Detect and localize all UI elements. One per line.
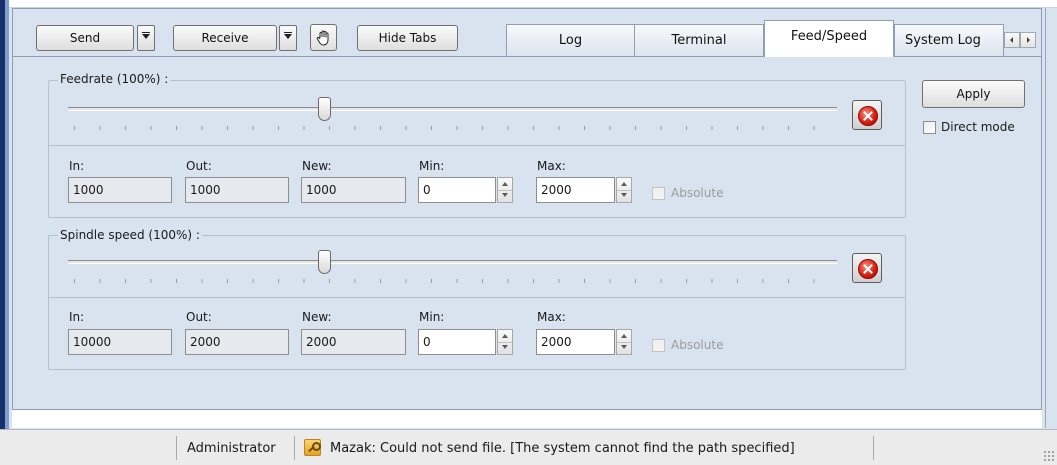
spindle-max-spinner[interactable] [616,329,632,355]
tab-terminal-label: Terminal [671,33,727,48]
spindle-reset-button[interactable] [852,253,882,283]
receive-dropdown-button[interactable] [279,25,297,51]
spindle-max-label: Max: [537,310,566,324]
spindle-max-input[interactable]: 2000 [536,329,615,355]
feedrate-out-field: 1000 [185,177,289,203]
feedrate-slider-track[interactable] [68,107,837,111]
tab-feed-speed[interactable]: Feed/Speed [764,20,894,57]
hand-tool-button[interactable] [310,24,337,51]
spindle-new-field: 2000 [301,329,406,355]
send-button[interactable]: Send [36,25,134,51]
apply-button-label: Apply [956,87,991,101]
feedrate-out-label: Out: [186,159,212,173]
feedrate-max-input[interactable]: 2000 [536,177,615,203]
spindle-absolute-label: Absolute [671,338,724,352]
tab-terminal[interactable]: Terminal [634,24,764,56]
feedrate-min-label: Min: [419,159,445,173]
feedrate-slider-ticks [74,126,836,130]
status-separator [176,436,177,460]
tab-feed-speed-label: Feed/Speed [790,28,868,44]
feedrate-group-label: Feedrate (100%) : [58,72,171,86]
feedrate-max-spinner[interactable] [616,177,632,203]
key-icon [304,439,321,456]
hand-icon [316,30,328,46]
direct-mode-checkbox[interactable] [923,121,936,134]
spindle-out-label: Out: [186,310,212,324]
window-frame-left-inner [5,0,9,465]
feedrate-in-label: In: [69,159,85,173]
feedrate-absolute-checkbox[interactable] [652,187,665,200]
close-icon [858,106,878,126]
feedrate-reset-button[interactable] [852,100,882,130]
direct-mode-label: Direct mode [941,120,1015,134]
feedrate-slider-thumb[interactable] [317,97,331,121]
chevron-left-icon [1010,37,1013,43]
feedrate-min-spinner[interactable] [497,177,513,203]
window-frame-right [1045,8,1046,428]
feedrate-absolute-label: Absolute [671,186,724,200]
feedrate-divider [49,145,905,146]
send-dropdown-button[interactable] [137,25,155,51]
spindle-out-field: 2000 [185,329,289,355]
tab-scroll-right-button[interactable] [1020,32,1036,48]
close-icon [858,259,878,279]
tab-scroll-left-button[interactable] [1004,32,1020,48]
feedrate-in-field: 1000 [68,177,172,203]
hide-tabs-button[interactable]: Hide Tabs [357,25,458,51]
resize-grip-icon[interactable] [1043,450,1055,462]
tab-system-log-label: System Log [905,33,981,48]
feedrate-new-field: 1000 [301,177,406,203]
tab-system-log[interactable]: System Log [894,24,1004,56]
spindle-slider-track[interactable] [68,260,837,264]
status-user: Administrator [187,441,276,456]
spindle-min-label: Min: [419,310,445,324]
panel-bottom-strip [12,410,1042,428]
status-message: Mazak: Could not send file. [The system … [330,441,795,456]
spindle-in-field: 10000 [68,329,172,355]
tab-log[interactable]: Log [506,24,635,56]
spindle-slider-ticks [74,279,836,283]
spindle-group-label: Spindle speed (100%) : [58,228,202,242]
spindle-min-spinner[interactable] [497,329,513,355]
feedrate-new-label: New: [302,159,332,173]
feedrate-min-input[interactable]: 0 [418,177,496,203]
hide-tabs-label: Hide Tabs [378,31,437,45]
feedrate-max-label: Max: [537,159,566,173]
apply-button[interactable]: Apply [922,80,1025,108]
spindle-absolute-checkbox[interactable] [652,339,665,352]
spindle-new-label: New: [302,310,332,324]
receive-button[interactable]: Receive [173,25,277,51]
status-separator [294,436,295,460]
status-separator [873,436,874,460]
chevron-right-icon [1027,37,1030,43]
send-button-label: Send [69,31,101,45]
receive-button-label: Receive [201,31,249,45]
spindle-in-label: In: [69,310,85,324]
spindle-min-input[interactable]: 0 [418,329,496,355]
tab-log-label: Log [558,33,583,48]
spindle-divider [49,297,905,298]
spindle-slider-thumb[interactable] [317,250,331,274]
window-top-strip [9,0,1057,8]
